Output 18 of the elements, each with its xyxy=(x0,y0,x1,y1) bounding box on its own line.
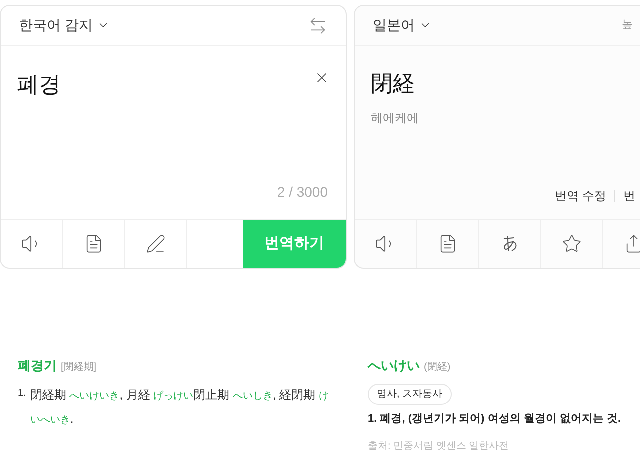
language-dropdown[interactable]: 한국어 감지 xyxy=(19,15,110,36)
hanja-text: (閉経) xyxy=(424,361,451,375)
edit-translation-link[interactable]: 번역 수정 xyxy=(555,187,606,205)
header-text: 높 xyxy=(622,18,633,34)
source-text: 출처: 민중서림 엣센스 일한사전 xyxy=(368,440,510,454)
meaning-text: 1. 폐경, (갱년기가 되어) 여성의 월경이 없어지는 것. xyxy=(368,412,622,426)
definition-number: 1. xyxy=(18,386,26,400)
hanja-text: [閉経期] xyxy=(61,360,97,375)
part-of-speech-tag: 명사, ス자동사 xyxy=(368,384,452,404)
star-icon[interactable] xyxy=(562,234,582,254)
definition-text: 閉経期 へいけいき, 月経 げっけい閉止期 へいしき, 経閉期 けいへいき. xyxy=(30,386,330,428)
character-counter: 2 / 3000 xyxy=(277,183,328,202)
source-input[interactable]: 폐경 xyxy=(17,68,330,101)
translation-text: 閉経 xyxy=(371,71,416,99)
language-dropdown[interactable]: 일본어 xyxy=(373,15,432,36)
translation-link[interactable]: 번 xyxy=(623,187,636,205)
pronunciation: 헤에케에 xyxy=(371,110,420,127)
swap-icon[interactable] xyxy=(308,16,328,36)
